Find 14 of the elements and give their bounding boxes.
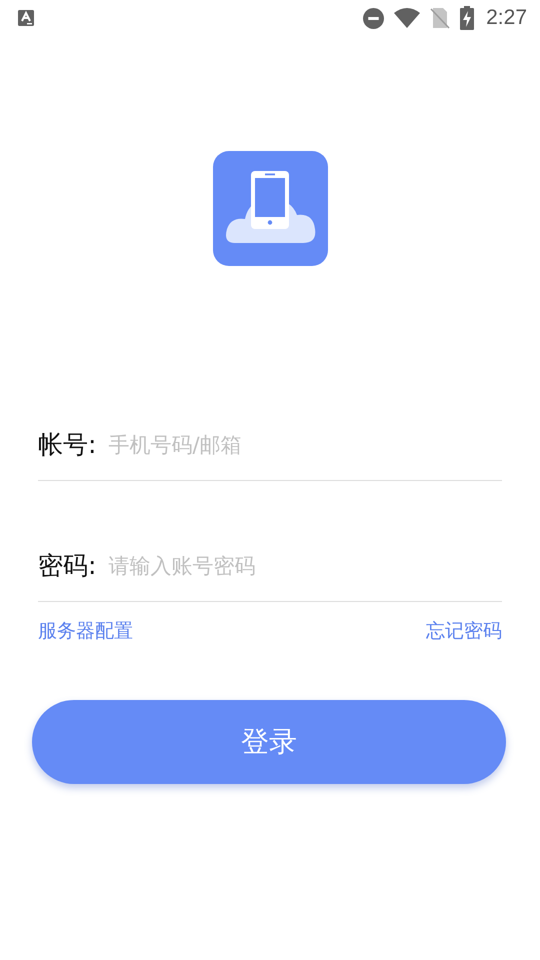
field-label: 密码: xyxy=(38,550,96,582)
keyboard-icon xyxy=(18,10,34,26)
do-not-disturb-icon xyxy=(363,8,384,28)
account-field[interactable]: 手机号码/邮箱 xyxy=(108,429,502,461)
wifi-icon xyxy=(394,8,420,28)
phone-cloud-logo-icon xyxy=(212,151,328,266)
password-field[interactable]: 请输入账号密码 xyxy=(108,550,502,582)
server-config-link[interactable]: 服务器配置 xyxy=(38,618,133,644)
status-time: 2:27 xyxy=(486,6,527,30)
login-button[interactable]: 登录 xyxy=(32,700,506,784)
no-sim-icon xyxy=(430,7,450,29)
forgot-password-link[interactable]: 忘记密码 xyxy=(426,618,502,644)
field-label: 帐号: xyxy=(38,428,96,460)
battery-charging-icon xyxy=(460,6,474,30)
